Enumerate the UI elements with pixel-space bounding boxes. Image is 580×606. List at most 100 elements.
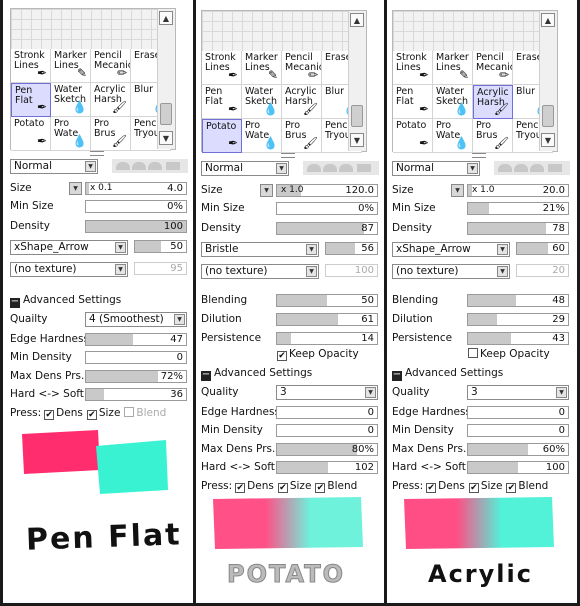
- brush-tool-stronk[interactable]: Stronk Lines ✒: [202, 51, 242, 85]
- texture-select[interactable]: (no texture) ▼: [201, 264, 319, 279]
- scroll-thumb[interactable]: [160, 103, 172, 125]
- size-slider[interactable]: x 1.0 120.0: [276, 184, 378, 197]
- min-density-slider[interactable]: 0: [276, 424, 378, 437]
- brush-shape-select[interactable]: xShape_Arrow ▼: [392, 242, 510, 257]
- brush-tool-acrylic[interactable]: Acrylic Harsh 🖌: [282, 85, 322, 119]
- checkbox[interactable]: ✔: [315, 482, 326, 493]
- blend-mode-select[interactable]: Normal ▼: [10, 159, 98, 174]
- brush-shape-icon[interactable]: [514, 164, 528, 172]
- min-size-slider[interactable]: 21%: [467, 202, 569, 215]
- checkbox[interactable]: ✔: [468, 482, 479, 493]
- splitter-grip[interactable]: [472, 153, 486, 158]
- edge-hardness-slider[interactable]: 0: [467, 405, 569, 419]
- scroll-thumb[interactable]: [542, 105, 554, 127]
- brush-tool-pro-brus[interactable]: Pro Brus 🖌: [282, 119, 322, 153]
- brush-tool-pro-brus[interactable]: Pro Brus 🖌: [473, 119, 513, 153]
- brush-tool-pen[interactable]: Pen Flat ✒: [393, 85, 433, 119]
- shape-strength-slider[interactable]: 50: [134, 240, 187, 253]
- checkbox[interactable]: ✔: [44, 409, 55, 420]
- advanced-settings-toggle[interactable]: − Advanced Settings: [201, 365, 312, 381]
- size-slider[interactable]: x 1.0 20.0: [467, 184, 569, 197]
- checkbox[interactable]: ✔: [235, 482, 246, 493]
- brush-grid-scrollbar[interactable]: ▲ ▼: [157, 9, 175, 149]
- brush-shape-select[interactable]: Bristle ▼: [201, 242, 319, 257]
- checkbox[interactable]: [468, 348, 478, 358]
- brush-tool-water[interactable]: Water Sketch 💧: [242, 85, 282, 119]
- min-density-slider[interactable]: 0: [85, 351, 187, 364]
- min-size-slider[interactable]: 0%: [276, 202, 378, 215]
- blend-mode-select[interactable]: Normal ▼: [392, 161, 480, 176]
- brush-grid-scrollbar[interactable]: ▲ ▼: [539, 11, 557, 151]
- brush-tool-potato[interactable]: Potato ✒: [11, 117, 51, 151]
- edge-hardness-slider[interactable]: 0: [276, 405, 378, 419]
- brush-tool-stronk[interactable]: Stronk Lines ✒: [393, 51, 433, 85]
- shape-strength-slider[interactable]: 56: [325, 242, 378, 255]
- brush-tool-potato[interactable]: Potato ✒: [393, 119, 433, 153]
- edge-hardness-slider[interactable]: 47: [85, 332, 187, 346]
- brush-shape-icon[interactable]: [132, 162, 146, 170]
- advanced-settings-toggle[interactable]: − Advanced Settings: [392, 365, 503, 381]
- checkbox[interactable]: ✔: [277, 351, 287, 361]
- checkbox[interactable]: ✔: [506, 482, 517, 493]
- dilution-slider[interactable]: 29: [467, 313, 569, 326]
- splitter-grip[interactable]: [281, 153, 295, 158]
- brush-shape-icon[interactable]: [148, 162, 162, 170]
- brush-shape-icon[interactable]: [307, 164, 321, 172]
- brush-tool-water[interactable]: Water Sketch 💧: [51, 83, 91, 117]
- brush-tool-marker[interactable]: Marker Lines ✎: [242, 51, 282, 85]
- scroll-down-icon[interactable]: ▼: [159, 131, 173, 145]
- brush-shape-select[interactable]: xShape_Arrow ▼: [10, 240, 128, 255]
- texture-strength-slider[interactable]: 95: [134, 262, 187, 275]
- dilution-slider[interactable]: 61: [276, 313, 378, 326]
- scroll-up-icon[interactable]: ▲: [159, 11, 173, 25]
- persistence-slider[interactable]: 14: [276, 332, 378, 345]
- max-dens-prs-slider[interactable]: 60%: [467, 442, 569, 456]
- blend-mode-select[interactable]: Normal ▼: [201, 161, 289, 176]
- brush-tool-acrylic[interactable]: Acrylic Harsh 🖌: [91, 83, 131, 117]
- brush-shape-icon[interactable]: [116, 162, 130, 170]
- brush-tool-marker[interactable]: Marker Lines ✎: [433, 51, 473, 85]
- brush-tool-pro-wate[interactable]: Pro Wate 💧: [51, 117, 91, 151]
- brush-tool-stronk[interactable]: Stronk Lines ✒: [11, 49, 51, 83]
- scroll-thumb[interactable]: [351, 105, 363, 127]
- max-dens-prs-slider[interactable]: 80%: [276, 442, 378, 456]
- quality-select[interactable]: 3 ▼: [467, 385, 569, 400]
- hard-soft-slider[interactable]: 36: [85, 388, 187, 401]
- brush-shape-presets[interactable]: [303, 161, 379, 175]
- density-slider[interactable]: 87: [276, 222, 378, 235]
- brush-tool-pro-brus[interactable]: Pro Brus 🖌: [91, 117, 131, 151]
- checkbox[interactable]: [124, 406, 135, 417]
- brush-tool-potato[interactable]: Potato ✒: [202, 119, 242, 153]
- brush-tool-pen[interactable]: Pen Flat ✒: [11, 83, 51, 117]
- size-slider[interactable]: x 0.1 4.0: [85, 182, 187, 195]
- brush-shape-icon[interactable]: [357, 164, 371, 172]
- splitter-grip[interactable]: [90, 151, 104, 156]
- scroll-down-icon[interactable]: ▼: [350, 133, 364, 147]
- brush-tool-acrylic[interactable]: Acrylic Harsh 🖌: [473, 85, 513, 119]
- scroll-down-icon[interactable]: ▼: [541, 133, 555, 147]
- size-multiplier-dropdown[interactable]: ▼: [69, 182, 82, 195]
- brush-tool-pencil[interactable]: Pencil Mecanic ✏: [473, 51, 513, 85]
- hard-soft-slider[interactable]: 100: [467, 461, 569, 474]
- checkbox[interactable]: ✔: [426, 482, 437, 493]
- brush-tool-pro-wate[interactable]: Pro Wate 💧: [242, 119, 282, 153]
- brush-shape-icon[interactable]: [498, 164, 512, 172]
- max-dens-prs-slider[interactable]: 72%: [85, 369, 187, 383]
- size-multiplier-dropdown[interactable]: ▼: [451, 184, 464, 197]
- brush-shape-icon[interactable]: [323, 164, 337, 172]
- advanced-settings-toggle[interactable]: − Advanced Settings: [10, 292, 121, 308]
- texture-select[interactable]: (no texture) ▼: [10, 262, 128, 277]
- hard-soft-slider[interactable]: 102: [276, 461, 378, 474]
- min-size-slider[interactable]: 0%: [85, 200, 187, 213]
- texture-strength-slider[interactable]: 100: [325, 264, 378, 277]
- min-density-slider[interactable]: 0: [467, 424, 569, 437]
- texture-strength-slider[interactable]: 20: [516, 264, 569, 277]
- brush-shape-icon[interactable]: [166, 162, 180, 170]
- blending-slider[interactable]: 50: [276, 294, 378, 307]
- scroll-up-icon[interactable]: ▲: [350, 13, 364, 27]
- persistence-slider[interactable]: 43: [467, 332, 569, 345]
- checkbox[interactable]: ✔: [86, 409, 97, 420]
- brush-shape-presets[interactable]: [112, 159, 188, 173]
- brush-tool-pencil[interactable]: Pencil Mecanic ✏: [282, 51, 322, 85]
- brush-tool-water[interactable]: Water Sketch 💧: [433, 85, 473, 119]
